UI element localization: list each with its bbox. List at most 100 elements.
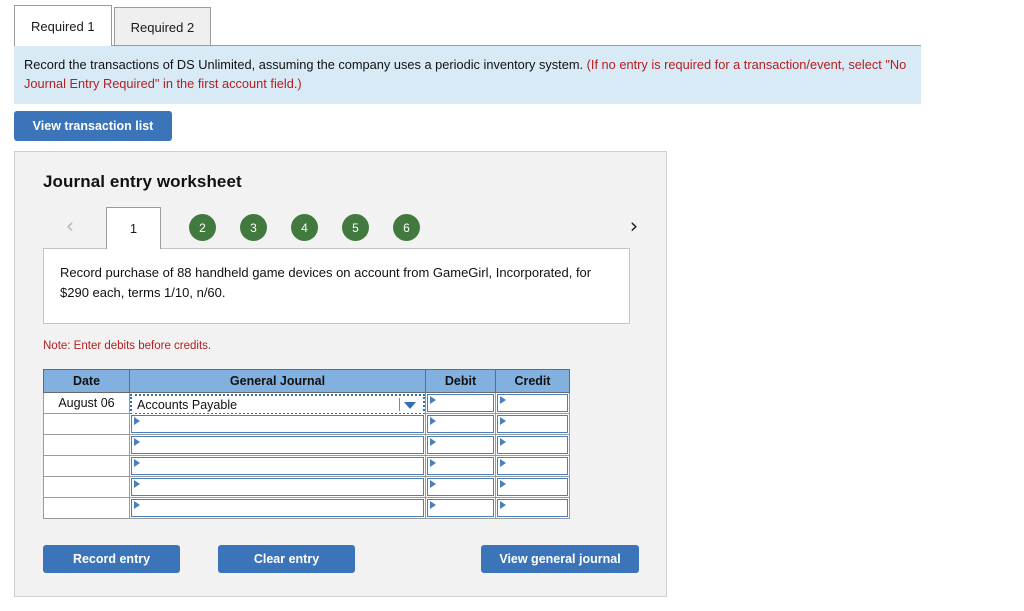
debits-before-credits-note: Note: Enter debits before credits.: [43, 340, 212, 352]
pager-page-1-label: 1: [129, 221, 138, 236]
account-input-2[interactable]: [131, 415, 424, 433]
account-input-4[interactable]: [131, 457, 424, 475]
cell-debit-2[interactable]: [425, 413, 496, 435]
required-tabs: Required 1 Required 2: [14, 0, 212, 46]
cell-marker-icon: [500, 438, 506, 446]
debit-input-3[interactable]: [427, 436, 494, 454]
table-row: [43, 455, 570, 477]
credit-input-2[interactable]: [497, 415, 568, 433]
pager-page-2-label: 2: [199, 220, 206, 235]
table-row: August 06 Accounts Payable: [43, 392, 570, 415]
journal-entry-worksheet-panel: Journal entry worksheet ‹ 1 2 3 4 5 6 › …: [14, 151, 667, 597]
cell-account-2[interactable]: [129, 413, 426, 435]
column-header-debit: Debit: [425, 369, 496, 393]
cell-credit-1[interactable]: [495, 392, 570, 414]
chevron-left-icon[interactable]: ‹: [59, 212, 81, 240]
chevron-down-icon[interactable]: [404, 401, 416, 409]
account-input-5[interactable]: [131, 478, 424, 496]
table-row: [43, 497, 570, 519]
debit-input-1[interactable]: [427, 394, 494, 412]
cell-debit-3[interactable]: [425, 434, 496, 456]
cell-account-1[interactable]: Accounts Payable: [129, 392, 426, 415]
cell-account-3[interactable]: [129, 434, 426, 456]
tab-required-2[interactable]: Required 2: [113, 7, 212, 46]
credit-input-1[interactable]: [497, 394, 568, 412]
cell-marker-icon: [430, 396, 436, 404]
column-header-date: Date: [43, 369, 130, 393]
tab-required-2-label: Required 2: [130, 19, 195, 35]
cell-credit-5[interactable]: [495, 476, 570, 498]
cell-credit-3[interactable]: [495, 434, 570, 456]
cell-marker-icon: [134, 417, 140, 425]
cell-marker-icon: [430, 480, 436, 488]
view-transaction-list-button[interactable]: View transaction list: [14, 111, 172, 141]
pager-page-5[interactable]: 5: [342, 214, 369, 241]
credit-input-6[interactable]: [497, 499, 568, 517]
view-general-journal-button[interactable]: View general journal: [481, 545, 639, 573]
credit-input-4[interactable]: [497, 457, 568, 475]
record-entry-button[interactable]: Record entry: [43, 545, 180, 573]
cell-marker-icon: [134, 480, 140, 488]
cell-credit-4[interactable]: [495, 455, 570, 477]
journal-table-wrapper: Date General Journal Debit Credit August…: [43, 369, 570, 519]
debit-input-6[interactable]: [427, 499, 494, 517]
cell-debit-4[interactable]: [425, 455, 496, 477]
cell-marker-icon: [134, 438, 140, 446]
account-input-6[interactable]: [131, 499, 424, 517]
tab-required-1-label: Required 1: [31, 18, 95, 34]
table-row: [43, 434, 570, 456]
cell-marker-icon: [500, 501, 506, 509]
cell-marker-icon: [500, 459, 506, 467]
pager-page-6[interactable]: 6: [393, 214, 420, 241]
cell-marker-icon: [500, 480, 506, 488]
cell-marker-icon: [500, 396, 506, 404]
cell-marker-icon: [134, 459, 140, 467]
worksheet-title: Journal entry worksheet: [43, 172, 242, 191]
cell-date-2[interactable]: [43, 413, 130, 435]
cell-date-4[interactable]: [43, 455, 130, 477]
tab-required-1[interactable]: Required 1: [14, 5, 112, 46]
cell-date-5[interactable]: [43, 476, 130, 498]
journal-entry-table: Date General Journal Debit Credit August…: [43, 369, 570, 519]
transaction-description-box: Record purchase of 88 handheld game devi…: [43, 248, 630, 324]
cell-account-6[interactable]: [129, 497, 426, 519]
cell-debit-1[interactable]: [425, 392, 496, 414]
clear-entry-label: Clear entry: [253, 552, 320, 566]
pager-page-4[interactable]: 4: [291, 214, 318, 241]
debit-input-5[interactable]: [427, 478, 494, 496]
clear-entry-button[interactable]: Clear entry: [218, 545, 355, 573]
cell-credit-6[interactable]: [495, 497, 570, 519]
instruction-primary-text: Record the transactions of DS Unlimited,…: [24, 57, 584, 72]
cell-marker-icon: [500, 417, 506, 425]
cell-debit-5[interactable]: [425, 476, 496, 498]
cell-date-3[interactable]: [43, 434, 130, 456]
cell-date-1[interactable]: August 06: [43, 392, 130, 414]
cell-date-6[interactable]: [43, 497, 130, 519]
pager-page-2[interactable]: 2: [189, 214, 216, 241]
column-header-credit: Credit: [495, 369, 570, 393]
transaction-description-text: Record purchase of 88 handheld game devi…: [60, 265, 592, 300]
account-dropdown-1-value: Accounts Payable: [137, 397, 238, 412]
cell-credit-2[interactable]: [495, 413, 570, 435]
debit-input-2[interactable]: [427, 415, 494, 433]
record-entry-label: Record entry: [72, 552, 151, 566]
debit-input-4[interactable]: [427, 457, 494, 475]
pager-page-3-label: 3: [250, 220, 257, 235]
cell-debit-6[interactable]: [425, 497, 496, 519]
account-input-3[interactable]: [131, 436, 424, 454]
cell-account-4[interactable]: [129, 455, 426, 477]
table-row: [43, 476, 570, 498]
cell-account-5[interactable]: [129, 476, 426, 498]
instruction-banner: Record the transactions of DS Unlimited,…: [14, 45, 921, 105]
credit-input-3[interactable]: [497, 436, 568, 454]
pager-page-1[interactable]: 1: [106, 207, 161, 249]
cell-marker-icon: [430, 438, 436, 446]
worksheet-pager: ‹ 1 2 3 4 5 6 ›: [37, 207, 645, 249]
account-dropdown-1[interactable]: Accounts Payable: [130, 394, 425, 415]
credit-input-5[interactable]: [497, 478, 568, 496]
chevron-right-icon[interactable]: ›: [623, 212, 645, 240]
cell-marker-icon: [430, 459, 436, 467]
cell-marker-icon: [134, 501, 140, 509]
pager-page-3[interactable]: 3: [240, 214, 267, 241]
pager-page-4-label: 4: [301, 220, 308, 235]
